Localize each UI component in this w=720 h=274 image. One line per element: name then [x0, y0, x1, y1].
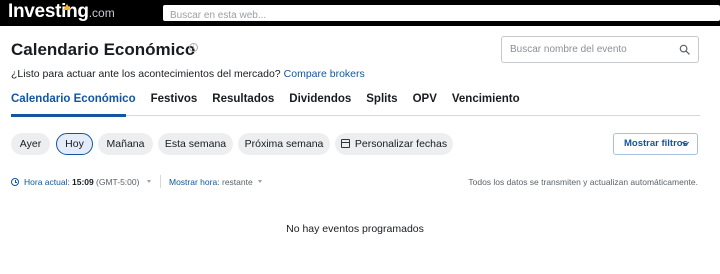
show-time-value[interactable]: restante [222, 176, 253, 188]
timezone-caret-icon[interactable] [147, 180, 151, 183]
info-icon[interactable]: i [189, 43, 198, 52]
subtitle-text: ¿Listo para actuar ante los acontecimien… [11, 68, 281, 80]
site-search [163, 5, 720, 24]
tab-resultados[interactable]: Resultados [212, 92, 274, 116]
timezone-value[interactable]: (GMT-5:00) [96, 176, 139, 188]
subtitle: ¿Listo para actuar ante los acontecimien… [11, 68, 365, 80]
event-search-input[interactable] [502, 37, 667, 62]
show-time-label[interactable]: Mostrar hora: [169, 176, 220, 188]
tab-dividendos[interactable]: Dividendos [289, 92, 351, 116]
compare-brokers-link[interactable]: Compare brokers [284, 68, 365, 80]
page-title: Calendario Económico [11, 40, 196, 59]
filter-hoy-button[interactable]: Hoy [56, 133, 93, 155]
calendar-icon [340, 139, 350, 148]
filter-personalizar-fechas-button[interactable]: Personalizar fechas [335, 133, 453, 155]
time-divider [160, 175, 161, 188]
logo-suffix: .com [88, 6, 115, 20]
filter-manana-button[interactable]: Mañana [98, 133, 153, 155]
top-bar: Investing.com [0, 0, 720, 26]
auto-update-note: Todos los datos se transmiten y actualiz… [468, 177, 698, 187]
tab-vencimiento[interactable]: Vencimiento [452, 92, 520, 116]
investing-logo[interactable]: Investing.com [8, 1, 115, 23]
tab-calendario-economico[interactable]: Calendario Económico [11, 92, 136, 116]
empty-state-message: No hay eventos programados [286, 223, 424, 235]
tab-festivos[interactable]: Festivos [151, 92, 198, 116]
active-tab-indicator [11, 114, 126, 117]
filter-proxima-semana-button[interactable]: Próxima semana [238, 133, 330, 155]
tab-opv[interactable]: OPV [413, 92, 437, 116]
search-icon[interactable] [679, 44, 690, 55]
current-time-label[interactable]: Hora actual: [24, 176, 70, 188]
show-filters-label: Mostrar filtros [624, 138, 688, 149]
clock-icon [11, 178, 19, 186]
site-search-input[interactable] [163, 7, 720, 24]
show-time-caret-icon[interactable] [258, 180, 262, 183]
event-search [501, 36, 699, 63]
tab-splits[interactable]: Splits [366, 92, 397, 116]
filter-esta-semana-button[interactable]: Esta semana [158, 133, 233, 155]
show-filters-button[interactable]: Mostrar filtros [613, 133, 698, 155]
logo-main: Investing [8, 1, 89, 22]
current-time-value: 15:09 [72, 177, 94, 187]
filter-ayer-button[interactable]: Ayer [11, 133, 50, 155]
tab-bar: Calendario Económico Festivos Resultados… [11, 92, 535, 116]
personalizar-fechas-label: Personalizar fechas [354, 138, 448, 150]
